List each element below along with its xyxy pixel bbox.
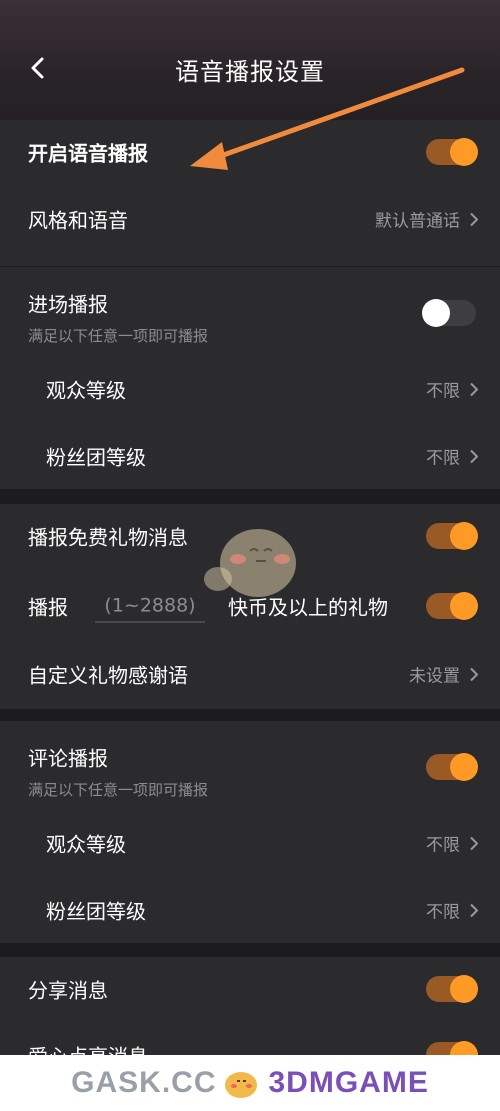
gift-threshold-input[interactable] <box>95 589 205 623</box>
share-message-row: 分享消息 <box>0 961 500 1017</box>
watermark-brand-left: GASK.CC <box>71 1066 217 1099</box>
share-message-toggle[interactable] <box>426 975 478 1003</box>
section-comment-broadcast: 评论播报 满足以下任意一项即可播报 观众等级 不限 粉丝团等级 不限 <box>0 721 500 943</box>
gift-thanks-value-wrap: 未设置 <box>409 662 478 687</box>
chevron-right-icon <box>470 903 478 917</box>
chevron-right-icon <box>470 449 478 463</box>
entry-broadcast-hint: 满足以下任意一项即可播报 <box>28 327 209 345</box>
page-title: 语音播报设置 <box>175 58 325 86</box>
watermark-brand: GASK.CC 3DMGAME <box>71 1066 429 1100</box>
gift-thanks-value: 未设置 <box>409 666 460 687</box>
entry-broadcast-row: 进场播报 <box>0 273 500 327</box>
entry-audience-level-row[interactable]: 观众等级 不限 <box>0 361 500 417</box>
comment-audience-level-row[interactable]: 观众等级 不限 <box>0 815 500 871</box>
comment-broadcast-hint: 满足以下任意一项即可播报 <box>28 781 209 799</box>
gift-thanks-label: 自定义礼物感谢语 <box>28 663 188 688</box>
share-message-label: 分享消息 <box>28 978 108 1003</box>
chevron-right-icon <box>470 382 478 396</box>
gift-threshold-toggle[interactable] <box>426 592 478 620</box>
fan-level-value: 不限 <box>426 448 460 469</box>
comment-broadcast-toggle[interactable] <box>426 753 478 781</box>
gift-thanks-row[interactable]: 自定义礼物感谢语 未设置 <box>0 646 500 702</box>
audience-level-value-wrap: 不限 <box>426 831 478 856</box>
free-gift-toggle[interactable] <box>426 522 478 550</box>
enable-voice-toggle[interactable] <box>426 138 478 166</box>
fan-level-value-wrap: 不限 <box>426 444 478 469</box>
entry-fan-level-row[interactable]: 粉丝团等级 不限 <box>0 428 500 484</box>
style-voice-value: 默认普通话 <box>375 211 460 232</box>
free-gift-row: 播报免费礼物消息 <box>0 508 500 564</box>
style-voice-label: 风格和语音 <box>28 208 128 233</box>
entry-broadcast-label: 进场播报 <box>28 292 108 317</box>
header-bar: 语音播报设置 <box>0 0 500 120</box>
fan-level-value-wrap: 不限 <box>426 898 478 923</box>
watermark-brand-right: 3DMGAME <box>268 1066 429 1099</box>
section-voice-broadcast: 开启语音播报 风格和语音 默认普通话 <box>0 120 500 266</box>
audience-level-label: 观众等级 <box>46 832 126 857</box>
audience-level-value: 不限 <box>426 835 460 856</box>
free-gift-label: 播报免费礼物消息 <box>28 525 188 550</box>
style-voice-value-wrap: 默认普通话 <box>375 207 478 232</box>
comment-broadcast-label: 评论播报 <box>28 746 108 771</box>
style-voice-row[interactable]: 风格和语音 默认普通话 <box>0 191 500 247</box>
toggle-knob <box>450 138 478 166</box>
gift-threshold-row: 播报 快币及以上的礼物 <box>0 578 500 634</box>
toggle-knob <box>450 522 478 550</box>
chevron-right-icon <box>470 836 478 850</box>
gift-threshold-prefix: 播报 <box>28 595 68 620</box>
fan-level-value: 不限 <box>426 902 460 923</box>
entry-broadcast-toggle[interactable] <box>422 299 476 327</box>
gift-threshold-suffix: 快币及以上的礼物 <box>228 595 388 620</box>
toggle-knob <box>450 592 478 620</box>
chevron-right-icon <box>470 212 478 226</box>
enable-voice-row: 开启语音播报 <box>0 124 500 180</box>
toggle-knob <box>450 753 478 781</box>
comment-fan-level-row[interactable]: 粉丝团等级 不限 <box>0 882 500 938</box>
watermark-footer: GASK.CC 3DMGAME <box>0 1055 500 1111</box>
audience-level-value: 不限 <box>426 381 460 402</box>
toggle-knob <box>450 975 478 1003</box>
section-entry-broadcast: 进场播报 满足以下任意一项即可播报 观众等级 不限 粉丝团等级 不限 <box>0 267 500 489</box>
enable-voice-label: 开启语音播报 <box>28 141 148 166</box>
chevron-right-icon <box>470 667 478 681</box>
fan-level-label: 粉丝团等级 <box>46 445 146 470</box>
fan-level-label: 粉丝团等级 <box>46 899 146 924</box>
section-gift-broadcast: 播报免费礼物消息 播报 快币及以上的礼物 自定义礼物感谢语 未设置 <box>0 504 500 709</box>
audience-level-value-wrap: 不限 <box>426 377 478 402</box>
audience-level-label: 观众等级 <box>46 378 126 403</box>
watermark-mascot-icon <box>224 1072 257 1098</box>
comment-broadcast-row: 评论播报 <box>0 727 500 781</box>
toggle-knob <box>422 299 450 327</box>
